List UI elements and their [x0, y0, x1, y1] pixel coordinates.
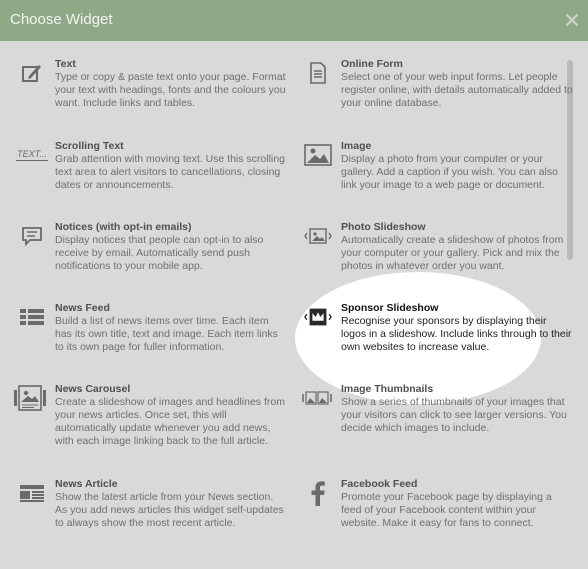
widget-title: News Carousel: [55, 383, 131, 395]
widget-news-carousel[interactable]: News Carousel Create a slideshow of imag…: [14, 383, 287, 448]
widget-title: Image: [341, 140, 372, 152]
widget-description: Grab attention with moving text. Use thi…: [55, 153, 285, 191]
widget-news-feed[interactable]: News Feed Build a list of news items ove…: [20, 302, 287, 354]
widget-description: Automatically create a slideshow of phot…: [341, 234, 564, 272]
close-icon[interactable]: [564, 12, 580, 28]
image-icon: [304, 143, 332, 167]
widget-title: Text: [55, 58, 76, 70]
widget-title: News Feed: [55, 302, 110, 314]
news-carousel-icon: [13, 385, 47, 411]
widget-title: Online Form: [341, 58, 403, 70]
widget-description: Create a slideshow of images and headlin…: [55, 396, 285, 447]
widget-description: Display a photo from your computer or yo…: [341, 153, 558, 191]
widget-description: Select one of your web input forms. Let …: [341, 71, 573, 109]
widget-description: Recognise your sponsors by displaying th…: [341, 315, 572, 353]
widget-title: Photo Slideshow: [341, 221, 426, 233]
facebook-icon: [304, 481, 332, 506]
widget-description: Type or copy & paste text onto your page…: [55, 71, 286, 109]
widget-title: Notices (with opt-in emails): [55, 221, 192, 233]
widget-photo-slideshow[interactable]: Photo Slideshow Automatically create a s…: [304, 221, 573, 273]
photo-slideshow-icon: [304, 224, 332, 248]
widget-image[interactable]: Image Display a photo from your computer…: [304, 140, 573, 192]
scrolling-text-icon-label: TEXT...: [16, 149, 48, 161]
news-article-icon: [18, 481, 46, 505]
widget-sponsor-slideshow[interactable]: Sponsor Slideshow Recognise your sponsor…: [304, 302, 573, 354]
crown-icon: [304, 305, 332, 329]
news-feed-icon: [18, 305, 46, 329]
scrolling-text-icon: TEXT...: [16, 143, 48, 167]
modal-header: Choose Widget: [0, 0, 588, 41]
widget-online-form[interactable]: Online Form Select one of your web input…: [310, 58, 573, 110]
widget-news-article[interactable]: News Article Show the latest article fro…: [20, 478, 287, 530]
widget-description: Show the latest article from your News s…: [55, 491, 284, 529]
widget-description: Promote your Facebook page by displaying…: [341, 491, 552, 529]
widget-title: News Article: [55, 478, 118, 490]
widget-notices[interactable]: Notices (with opt-in emails) Display not…: [22, 221, 287, 273]
widget-title: Facebook Feed: [341, 478, 418, 490]
widget-title: Image Thumbnails: [341, 383, 434, 395]
widget-text[interactable]: Text Type or copy & paste text onto your…: [22, 58, 287, 110]
widget-description: Build a list of news items over time. Ea…: [55, 315, 278, 353]
document-icon: [304, 61, 332, 85]
widget-facebook-feed[interactable]: Facebook Feed Promote your Facebook page…: [311, 478, 573, 530]
speech-bubble-icon: [18, 224, 46, 248]
modal-title: Choose Widget: [10, 11, 113, 28]
widget-description: Display notices that people can opt-in t…: [55, 234, 264, 272]
widget-title: Scrolling Text: [55, 140, 124, 152]
widget-scrolling-text[interactable]: TEXT... Scrolling Text Grab attention wi…: [16, 140, 287, 192]
edit-pencil-icon: [18, 61, 46, 85]
widget-image-thumbnails[interactable]: Image Thumbnails Show a series of thumbn…: [302, 383, 573, 435]
widget-title: Sponsor Slideshow: [341, 302, 439, 314]
image-thumbnails-icon: [301, 386, 335, 410]
widget-description: Show a series of thumbnails of your imag…: [341, 396, 567, 434]
